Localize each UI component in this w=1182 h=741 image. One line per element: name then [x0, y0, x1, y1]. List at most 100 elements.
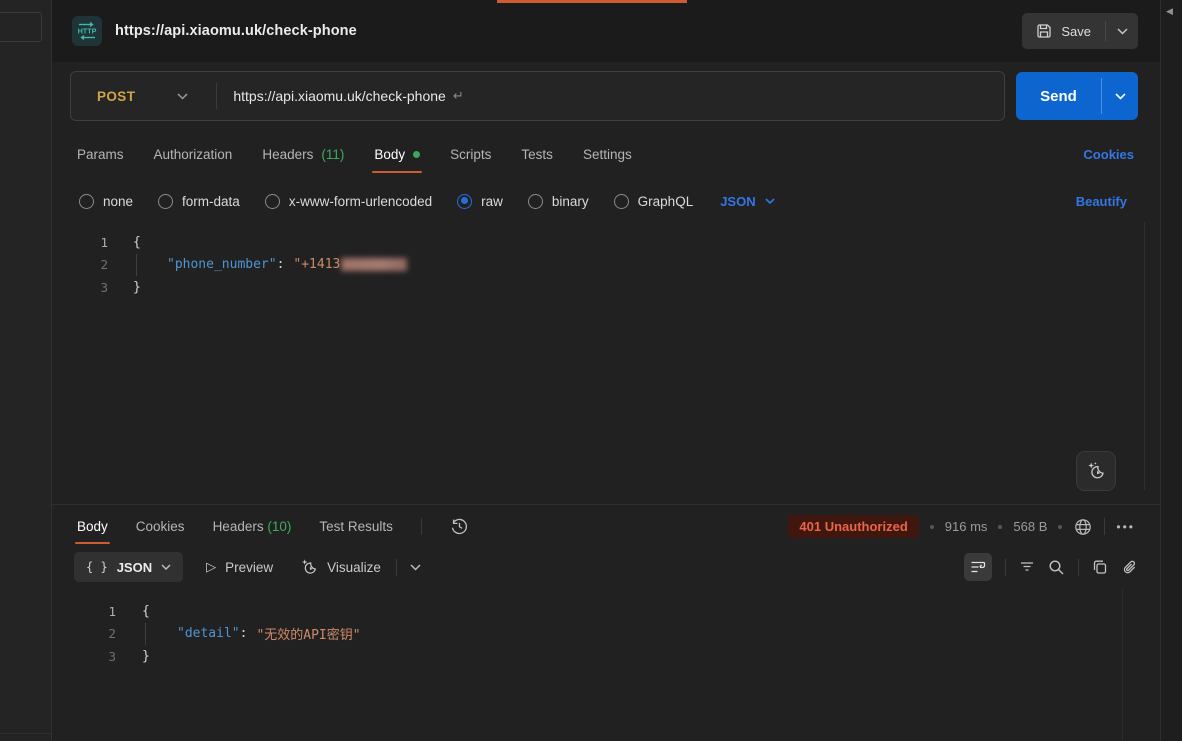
radio-icon — [265, 194, 280, 209]
divider — [1078, 559, 1079, 576]
cookies-link[interactable]: Cookies — [1083, 147, 1134, 162]
method-selector-value[interactable]: POST — [71, 89, 135, 104]
send-options-button[interactable] — [1102, 72, 1138, 120]
radio-icon — [158, 194, 173, 209]
send-button[interactable]: Send — [1016, 72, 1101, 120]
response-format-selector[interactable]: { } JSON — [74, 552, 183, 582]
tab-authorization[interactable]: Authorization — [154, 147, 233, 162]
chevron-down-icon[interactable] — [410, 564, 421, 571]
line-number: 3 — [52, 280, 108, 295]
tab-body[interactable]: Body — [374, 147, 420, 162]
sidebar-stub-box — [0, 12, 42, 42]
response-tabs-row: Body Cookies Headers (10) Test Results — [52, 505, 1160, 548]
mode-form-data[interactable]: form-data — [158, 194, 240, 209]
headers-count: (11) — [321, 147, 344, 162]
radio-icon — [79, 194, 94, 209]
request-body-editor[interactable]: 1 { 2 "phone_number" : "+1413 3 } — [52, 218, 1160, 504]
link-button[interactable] — [1121, 559, 1138, 576]
line-number: 3 — [52, 649, 116, 664]
divider — [1104, 518, 1105, 535]
request-url-row: POST https://api.xiaomu.uk/check-phone ↵… — [52, 71, 1160, 121]
postbot-sparkle-icon — [1086, 461, 1106, 481]
mode-binary[interactable]: binary — [528, 194, 589, 209]
save-button[interactable]: Save — [1022, 13, 1105, 49]
app-window: HTTP https://api.xiaomu.uk/check-phone — [0, 0, 1182, 741]
copy-button[interactable] — [1092, 559, 1108, 575]
mode-none[interactable]: none — [79, 194, 133, 209]
active-request-tab-indicator — [497, 0, 687, 3]
response-time: 916 ms — [945, 519, 988, 534]
chevron-down-icon — [161, 564, 171, 570]
save-options-button[interactable] — [1106, 13, 1138, 49]
url-builder: POST https://api.xiaomu.uk/check-phone ↵ — [70, 71, 1005, 121]
svg-text:HTTP: HTTP — [78, 27, 97, 36]
dot-separator — [998, 525, 1002, 529]
http-request-icon: HTTP — [72, 16, 102, 46]
network-info-button[interactable] — [1073, 517, 1093, 537]
collapse-arrow-icon[interactable]: ◀ — [1166, 6, 1173, 17]
response-scrollbar-track[interactable] — [1122, 588, 1123, 741]
response-tab-cookies[interactable]: Cookies — [136, 519, 185, 534]
divider — [396, 559, 397, 576]
json-value-visible: "+1413 — [293, 257, 340, 272]
tab-settings[interactable]: Settings — [583, 147, 632, 162]
beautify-link[interactable]: Beautify — [1076, 194, 1127, 209]
word-wrap-button[interactable] — [964, 553, 992, 581]
body-mode-row: none form-data x-www-form-urlencoded raw… — [52, 184, 1160, 218]
sidebar-bottom-divider — [0, 733, 51, 734]
line-number: 1 — [52, 604, 116, 619]
code-line: 3 } — [52, 276, 1160, 299]
status-badge[interactable]: 401 Unauthorized — [788, 515, 918, 538]
url-divider — [216, 83, 217, 109]
save-icon — [1036, 23, 1052, 39]
tab-scripts[interactable]: Scripts — [450, 147, 491, 162]
line-number: 2 — [52, 626, 116, 641]
divider — [421, 518, 422, 535]
url-enter-hint-icon: ↵ — [453, 88, 464, 104]
indent-guide — [145, 623, 146, 646]
response-toolbar: { } JSON ▷ Preview — [52, 548, 1160, 586]
url-input[interactable]: https://api.xiaomu.uk/check-phone — [233, 88, 445, 104]
mode-x-www-form-urlencoded[interactable]: x-www-form-urlencoded — [265, 194, 432, 209]
send-split-button: Send — [1016, 72, 1138, 120]
tab-headers[interactable]: Headers(11) — [262, 147, 344, 162]
more-options-icon[interactable]: ••• — [1116, 520, 1135, 534]
raw-language-value: JSON — [720, 194, 755, 209]
line-number: 2 — [52, 257, 108, 272]
mode-raw[interactable]: raw — [457, 194, 503, 209]
tab-params[interactable]: Params — [77, 147, 124, 162]
radio-selected-icon — [457, 194, 472, 209]
visualize-button[interactable]: Visualize — [300, 558, 381, 576]
editor-scrollbar-track[interactable] — [1144, 222, 1145, 490]
raw-language-selector[interactable]: JSON — [720, 194, 774, 209]
filter-button[interactable] — [1019, 559, 1035, 575]
tab-tests[interactable]: Tests — [521, 147, 553, 162]
search-icon — [1048, 559, 1065, 576]
preview-button[interactable]: ▷ Preview — [206, 559, 273, 575]
visualize-sparkle-icon — [300, 558, 318, 576]
indent-guide — [136, 254, 137, 277]
dot-separator — [930, 525, 934, 529]
response-tab-headers[interactable]: Headers (10) — [213, 519, 292, 534]
braces-icon: { } — [86, 560, 108, 574]
chevron-down-icon — [765, 198, 775, 204]
request-title: https://api.xiaomu.uk/check-phone — [115, 23, 357, 39]
response-tab-body[interactable]: Body — [77, 519, 108, 534]
response-body-viewer[interactable]: 1 { 2 "detail" : "无效的API密钥" 3 } — [52, 586, 1160, 741]
response-view-tools — [964, 553, 1138, 581]
radio-icon — [528, 194, 543, 209]
search-button[interactable] — [1048, 559, 1065, 576]
filter-icon — [1019, 559, 1035, 575]
line-number: 1 — [52, 235, 108, 250]
radio-icon — [614, 194, 629, 209]
method-selector-chevron[interactable] — [177, 93, 188, 100]
postbot-ai-button[interactable] — [1076, 451, 1116, 491]
chevron-down-icon — [1117, 28, 1128, 35]
response-history-button[interactable] — [450, 517, 469, 536]
code-line: 3 } — [52, 645, 1160, 668]
json-key: "detail" — [177, 626, 240, 641]
request-header-bar: HTTP https://api.xiaomu.uk/check-phone — [52, 0, 1160, 62]
response-tab-test-results[interactable]: Test Results — [319, 519, 393, 534]
history-clock-icon — [450, 517, 469, 536]
mode-graphql[interactable]: GraphQL — [614, 194, 694, 209]
